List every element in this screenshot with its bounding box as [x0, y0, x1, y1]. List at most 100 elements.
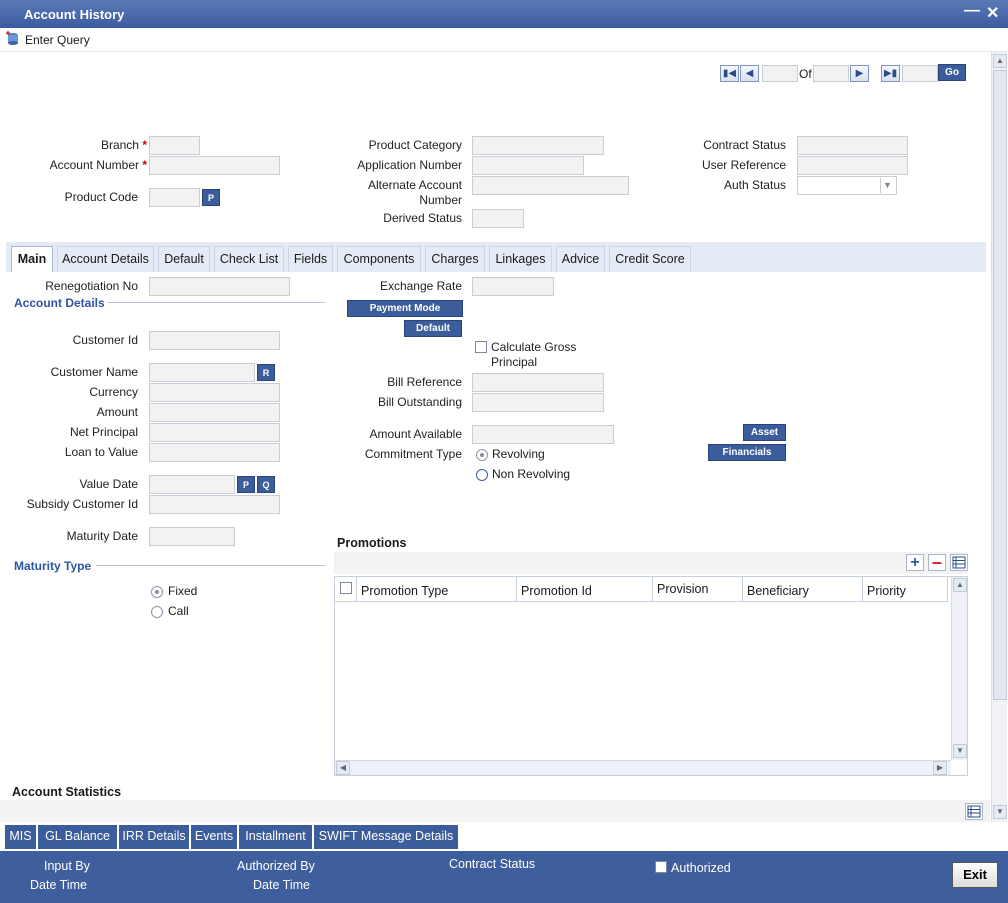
select-all-checkbox[interactable] — [340, 582, 352, 594]
default-button[interactable]: Default — [404, 320, 462, 337]
account-details-header: Account Details — [14, 296, 105, 310]
page-scroll-up-icon[interactable]: ▲ — [993, 54, 1007, 68]
account-number-field[interactable] — [149, 156, 280, 175]
contract-status-field[interactable] — [797, 136, 908, 155]
financials-button[interactable]: Financials — [708, 444, 786, 461]
non-revolving-label: Non Revolving — [492, 467, 571, 481]
authorized-checkbox[interactable] — [655, 861, 667, 873]
currency-field[interactable] — [149, 383, 280, 402]
promotions-grid: Promotion Type Promotion Id Provision Be… — [334, 576, 968, 776]
tab-default[interactable]: Default — [158, 246, 210, 272]
date-time-label: Date Time — [253, 878, 310, 892]
statistics-details-icon[interactable] — [965, 803, 983, 820]
product-category-field[interactable] — [472, 136, 604, 155]
asset-button[interactable]: Asset — [743, 424, 786, 441]
scroll-down-icon[interactable]: ▼ — [953, 744, 967, 758]
close-icon[interactable]: ✕ — [986, 3, 999, 23]
net-principal-field[interactable] — [149, 423, 280, 442]
column-header[interactable]: Priority — [863, 577, 948, 602]
renegotiation-no-field[interactable] — [149, 277, 290, 296]
application-number-field[interactable] — [472, 156, 584, 175]
branch-label: Branch * — [100, 138, 147, 152]
chevron-down-icon[interactable]: ▼ — [880, 178, 894, 193]
non-revolving-radio[interactable] — [476, 469, 488, 481]
exchange-rate-field[interactable] — [472, 277, 554, 296]
row-details-icon[interactable] — [950, 554, 968, 571]
tab-fields[interactable]: Fields — [288, 246, 333, 272]
tab-installment[interactable]: Installment — [239, 825, 313, 849]
tab-gl-balance[interactable]: GL Balance — [38, 825, 118, 849]
last-record-button[interactable]: ▶▮ — [881, 65, 900, 82]
maturity-fixed-radio[interactable] — [151, 586, 163, 598]
tab-linkages[interactable]: Linkages — [489, 246, 552, 272]
scroll-left-icon[interactable]: ◀ — [336, 761, 350, 775]
revolving-label: Revolving — [492, 447, 545, 461]
tab-events[interactable]: Events — [191, 825, 238, 849]
bill-reference-field[interactable] — [472, 373, 604, 392]
next-record-button[interactable]: ▶ — [850, 65, 869, 82]
scroll-right-icon[interactable]: ▶ — [933, 761, 947, 775]
grid-horizontal-scrollbar[interactable]: ◀ ▶ — [335, 760, 951, 775]
user-reference-field[interactable] — [797, 156, 908, 175]
minimize-icon[interactable]: — — [964, 2, 980, 20]
exit-button[interactable]: Exit — [952, 862, 998, 888]
first-record-button[interactable]: ▮◀ — [720, 65, 739, 82]
maturity-call-radio[interactable] — [151, 606, 163, 618]
tab-main[interactable]: Main — [11, 246, 53, 272]
delete-row-icon[interactable]: – — [928, 553, 946, 571]
menu-bar: Enter Query — [0, 28, 1008, 52]
maturity-date-field[interactable] — [149, 527, 235, 546]
goto-record-field[interactable] — [902, 65, 938, 82]
column-header[interactable]: Promotion Id — [517, 577, 653, 602]
amount-available-field[interactable] — [472, 425, 614, 444]
enter-query-menu[interactable]: Enter Query — [25, 33, 90, 47]
subsidy-customer-id-label: Subsidy Customer Id — [26, 497, 138, 511]
page-scroll-thumb[interactable] — [993, 70, 1007, 700]
current-record-field[interactable] — [762, 65, 798, 82]
tab-credit-score[interactable]: Credit Score — [609, 246, 691, 272]
value-date-p-button[interactable]: P — [237, 476, 255, 493]
tab-charges[interactable]: Charges — [425, 246, 485, 272]
derived-status-field[interactable] — [472, 209, 524, 228]
amount-field[interactable] — [149, 403, 280, 422]
branch-field[interactable] — [149, 136, 200, 155]
customer-name-lov-button[interactable]: R — [257, 364, 275, 381]
payment-mode-button[interactable]: Payment Mode — [347, 300, 463, 317]
tab-check-list[interactable]: Check List — [214, 246, 284, 272]
add-row-icon[interactable]: + — [906, 554, 924, 571]
go-button[interactable]: Go — [938, 64, 966, 81]
value-date-q-button[interactable]: Q — [257, 476, 275, 493]
tab-bar: Main Account Details Default Check List … — [6, 242, 986, 272]
enter-query-icon[interactable] — [5, 31, 21, 47]
subsidy-customer-id-field[interactable] — [149, 495, 280, 514]
auth-status-select[interactable]: ▼ — [797, 176, 897, 195]
grid-vertical-scrollbar[interactable]: ▲ ▼ — [951, 577, 967, 760]
product-code-lov-button[interactable]: P — [202, 189, 220, 206]
customer-name-field[interactable] — [149, 363, 255, 382]
value-date-field[interactable] — [149, 475, 235, 494]
application-number-label: Application Number — [357, 158, 462, 172]
product-category-label: Product Category — [368, 138, 462, 152]
tab-mis[interactable]: MIS — [5, 825, 37, 849]
revolving-radio[interactable] — [476, 449, 488, 461]
loan-to-value-field[interactable] — [149, 443, 280, 462]
previous-record-button[interactable]: ◀ — [740, 65, 759, 82]
product-code-field[interactable] — [149, 188, 200, 207]
column-header[interactable]: Provision — [653, 577, 743, 602]
tab-irr-details[interactable]: IRR Details — [119, 825, 190, 849]
derived-status-label: Derived Status — [383, 211, 462, 225]
tab-components[interactable]: Components — [337, 246, 421, 272]
column-header[interactable]: Beneficiary — [743, 577, 863, 602]
page-scroll-down-icon[interactable]: ▼ — [993, 805, 1007, 819]
scroll-up-icon[interactable]: ▲ — [953, 578, 967, 592]
calculate-gross-principal-checkbox[interactable] — [475, 341, 487, 353]
page-vertical-scrollbar[interactable]: ▲ ▼ — [991, 52, 1007, 822]
bill-outstanding-field[interactable] — [472, 393, 604, 412]
tab-swift-message-details[interactable]: SWIFT Message Details — [314, 825, 459, 849]
column-header[interactable]: Promotion Type — [357, 577, 517, 602]
bill-reference-label: Bill Reference — [387, 375, 462, 389]
tab-advice[interactable]: Advice — [556, 246, 605, 272]
customer-id-field[interactable] — [149, 331, 280, 350]
tab-account-details[interactable]: Account Details — [57, 246, 154, 272]
alternate-account-number-field[interactable] — [472, 176, 629, 195]
